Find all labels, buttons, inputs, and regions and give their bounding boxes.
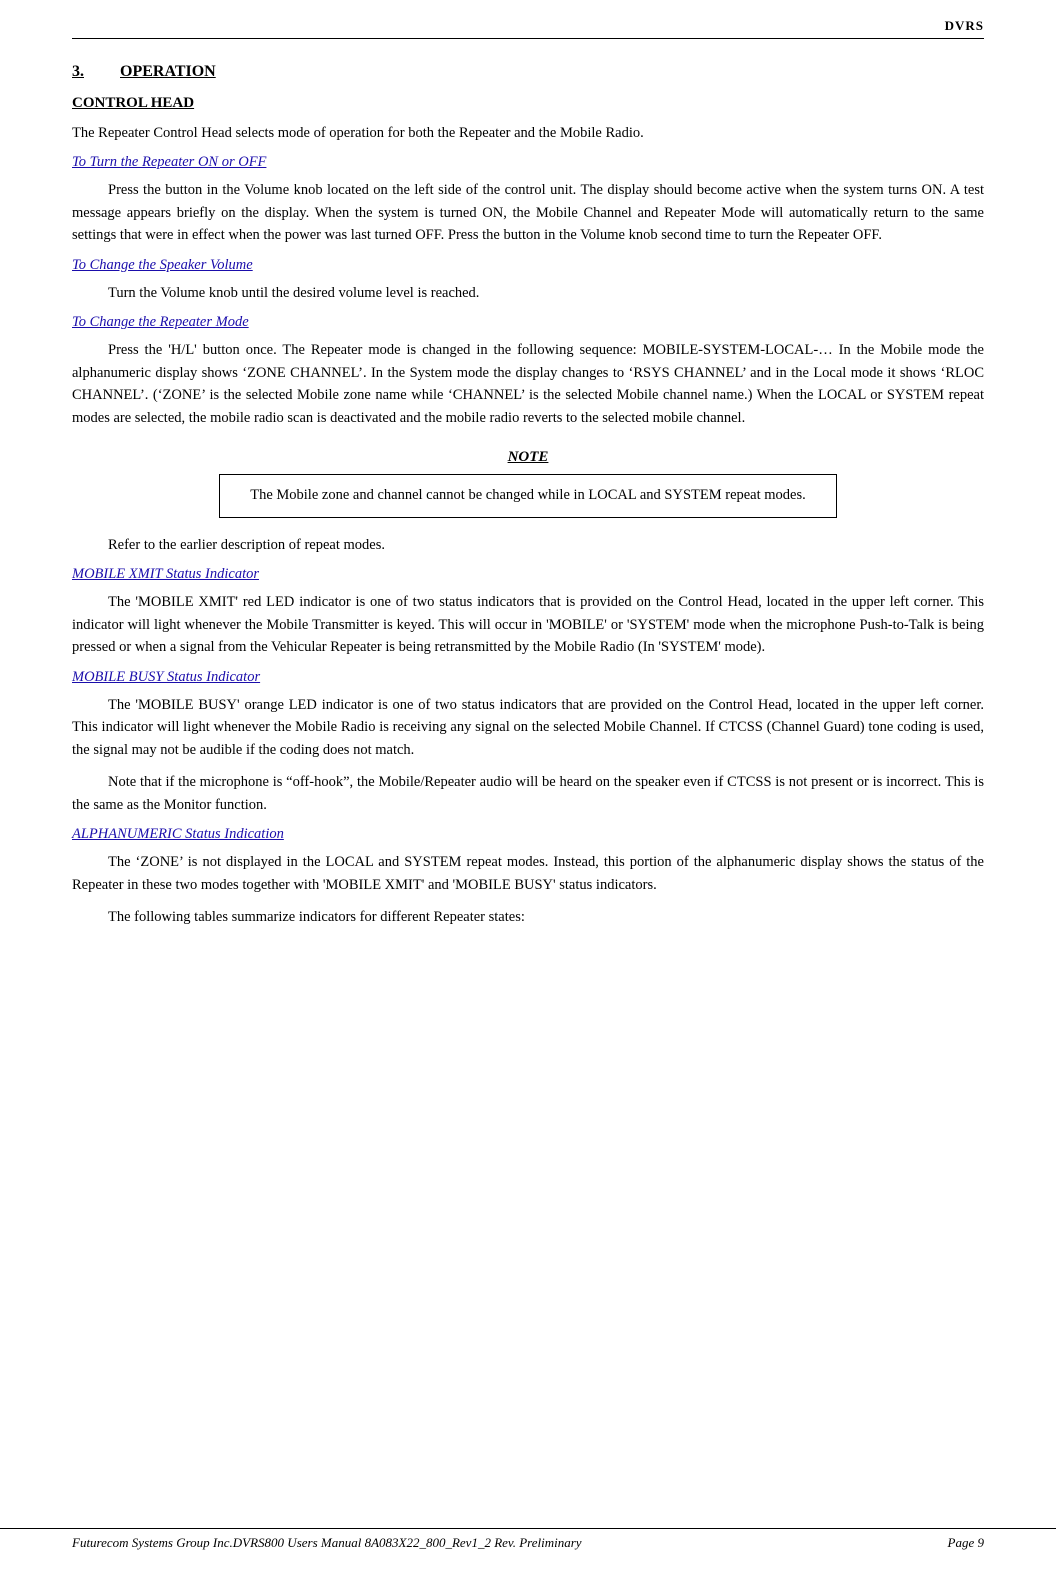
note-box: The Mobile zone and channel cannot be ch…	[219, 474, 837, 518]
note-label: NOTE	[72, 449, 984, 466]
link-alphanumeric[interactable]: ALPHANUMERIC Status Indication	[72, 826, 984, 843]
section-heading: 3. OPERATION	[72, 63, 984, 81]
footer-left: Futurecom Systems Group Inc.DVRS800 User…	[72, 1535, 582, 1551]
alphanumeric-body2: The following tables summarize indicator…	[72, 906, 984, 928]
alphanumeric-body1: The ‘ZONE’ is not displayed in the LOCAL…	[72, 851, 984, 896]
header-title: DVRS	[945, 18, 984, 34]
link-repeater-mode[interactable]: To Change the Repeater Mode	[72, 314, 984, 331]
note-body: The Mobile zone and channel cannot be ch…	[250, 487, 806, 503]
turn-repeater-body: Press the button in the Volume knob loca…	[72, 179, 984, 246]
link-turn-repeater[interactable]: To Turn the Repeater ON or OFF	[72, 154, 984, 171]
page: DVRS 3. OPERATION CONTROL HEAD The Repea…	[0, 0, 1056, 1569]
footer-right: Page 9	[948, 1535, 984, 1551]
refer-text: Refer to the earlier description of repe…	[72, 534, 984, 556]
footer: Futurecom Systems Group Inc.DVRS800 User…	[0, 1528, 1056, 1551]
header-bar: DVRS	[72, 18, 984, 39]
control-head-title: CONTROL HEAD	[72, 95, 984, 112]
mobile-busy-body1: The 'MOBILE BUSY' orange LED indicator i…	[72, 694, 984, 761]
mobile-xmit-body: The 'MOBILE XMIT' red LED indicator is o…	[72, 591, 984, 658]
repeater-mode-body: Press the 'H/L' button once. The Repeate…	[72, 339, 984, 429]
link-speaker-volume[interactable]: To Change the Speaker Volume	[72, 257, 984, 274]
control-head-intro: The Repeater Control Head selects mode o…	[72, 122, 984, 144]
control-head-section: CONTROL HEAD The Repeater Control Head s…	[72, 95, 984, 429]
section-number: 3.	[72, 63, 84, 81]
link-mobile-xmit[interactable]: MOBILE XMIT Status Indicator	[72, 566, 984, 583]
speaker-volume-body: Turn the Volume knob until the desired v…	[72, 282, 984, 304]
link-mobile-busy[interactable]: MOBILE BUSY Status Indicator	[72, 669, 984, 686]
note-section: NOTE The Mobile zone and channel cannot …	[72, 449, 984, 518]
section-title: OPERATION	[120, 63, 216, 81]
mobile-busy-body2: Note that if the microphone is “off-hook…	[72, 771, 984, 816]
